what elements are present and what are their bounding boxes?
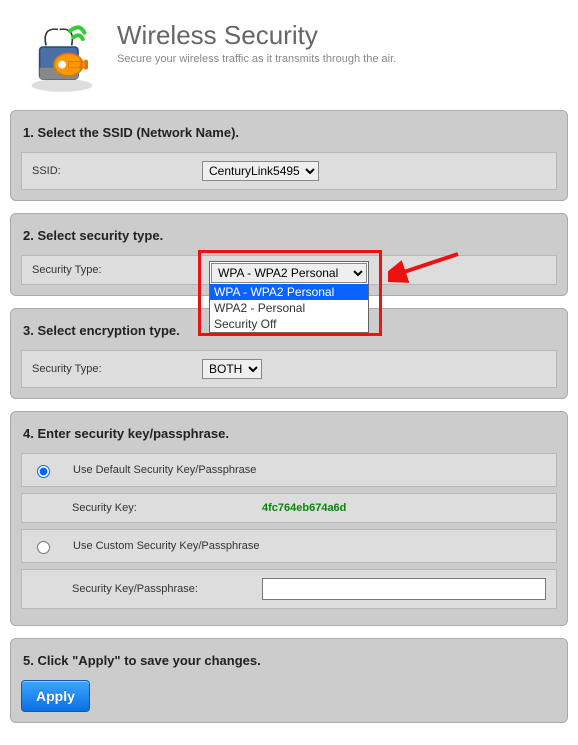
panel-apply: 5. Click "Apply" to save your changes. A…	[10, 638, 568, 723]
ssid-select[interactable]: CenturyLink5495	[202, 161, 319, 181]
security-type-options: WPA - WPA2 Personal WPA2 - Personal Secu…	[210, 284, 368, 332]
default-key-radio[interactable]	[37, 465, 50, 478]
panel2-title: 2. Select security type.	[23, 228, 555, 243]
custom-key-radio[interactable]	[37, 541, 50, 554]
custom-key-row: Use Custom Security Key/Passphrase	[21, 529, 557, 563]
panel5-title: 5. Click "Apply" to save your changes.	[23, 653, 555, 668]
passphrase-label: Security Key/Passphrase:	[72, 583, 262, 595]
option-security-off[interactable]: Security Off	[210, 316, 368, 332]
panel-security-key: 4. Enter security key/passphrase. Use De…	[10, 411, 568, 626]
option-wpa-wpa2-personal[interactable]: WPA - WPA2 Personal	[210, 284, 368, 300]
ssid-label: SSID:	[32, 165, 202, 177]
security-key-label: Security Key:	[72, 502, 262, 514]
panel4-title: 4. Enter security key/passphrase.	[23, 426, 555, 441]
security-key-value: 4fc764eb674a6d	[262, 502, 346, 514]
passphrase-row: Security Key/Passphrase:	[21, 569, 557, 609]
page-subtitle: Secure your wireless traffic as it trans…	[117, 53, 396, 65]
security-type-dropdown: WPA - WPA2 Personal WPA - WPA2 Personal …	[209, 261, 369, 333]
default-key-label: Use Default Security Key/Passphrase	[73, 464, 256, 476]
ssid-row: SSID: CenturyLink5495	[21, 152, 557, 190]
encryption-type-row: Security Type: BOTH	[21, 350, 557, 388]
panel1-title: 1. Select the SSID (Network Name).	[23, 125, 555, 140]
security-type-select[interactable]: WPA - WPA2 Personal	[211, 263, 367, 283]
option-wpa2-personal[interactable]: WPA2 - Personal	[210, 300, 368, 316]
custom-key-label: Use Custom Security Key/Passphrase	[73, 540, 259, 552]
page-header: Wireless Security Secure your wireless t…	[10, 10, 568, 110]
page-title: Wireless Security	[117, 20, 396, 51]
wireless-security-icon	[22, 15, 102, 95]
encryption-type-label: Security Type:	[32, 363, 202, 375]
security-type-label: Security Type:	[32, 264, 202, 276]
passphrase-input[interactable]	[262, 578, 546, 600]
panel-select-ssid: 1. Select the SSID (Network Name). SSID:…	[10, 110, 568, 201]
default-key-row: Use Default Security Key/Passphrase	[21, 453, 557, 487]
security-key-row: Security Key: 4fc764eb674a6d	[21, 493, 557, 523]
apply-button[interactable]: Apply	[21, 680, 90, 712]
encryption-select[interactable]: BOTH	[202, 359, 262, 379]
